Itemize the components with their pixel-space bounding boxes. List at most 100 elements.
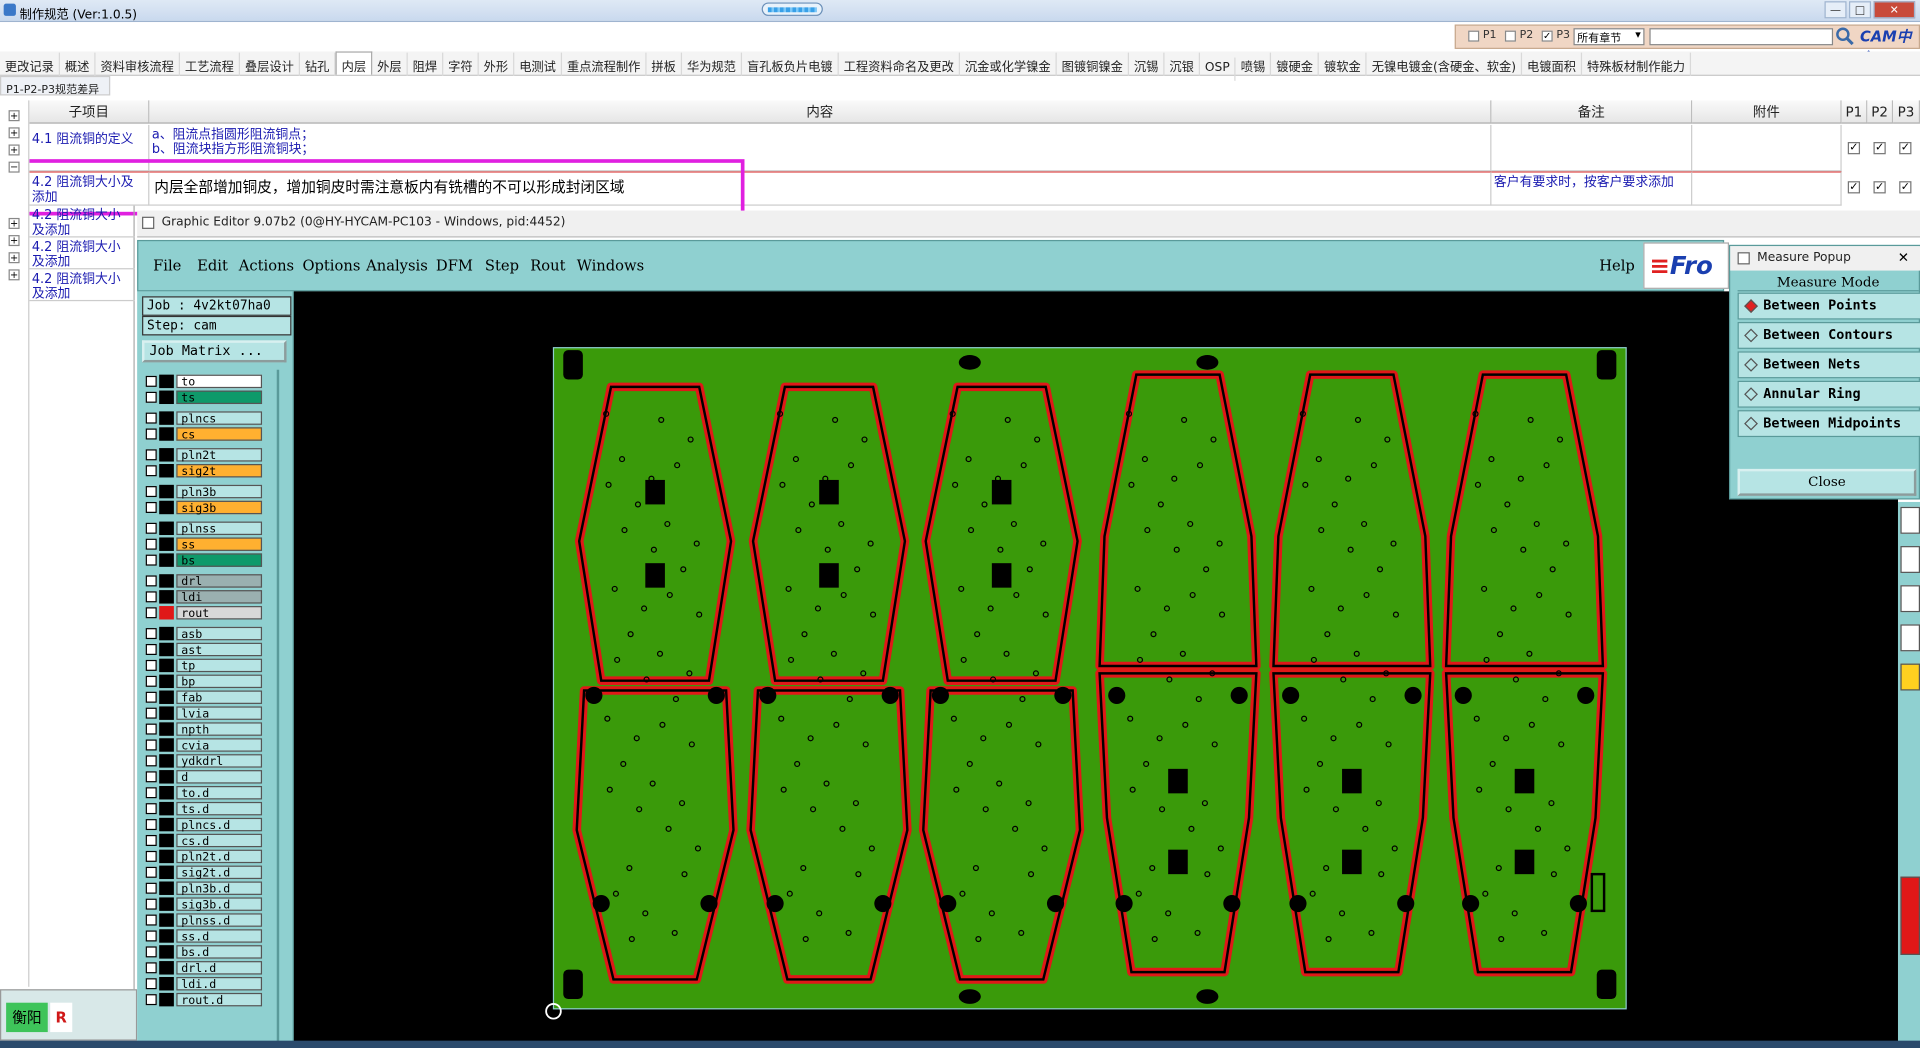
layer-row[interactable]: ldi	[142, 590, 269, 605]
layer-checkbox[interactable]	[145, 628, 157, 640]
tab-14[interactable]: 华为规范	[682, 52, 743, 76]
col-header-p1[interactable]: P1	[1841, 100, 1868, 124]
layer-row[interactable]: ts	[142, 390, 269, 405]
tab-12[interactable]: 重点流程制作	[562, 52, 647, 76]
tool-measure-icon[interactable]	[1900, 546, 1920, 573]
layer-checkbox[interactable]	[145, 978, 157, 990]
tab-18[interactable]: 图镀铜镍金	[1057, 52, 1129, 76]
tab-11[interactable]: 电测试	[514, 52, 563, 76]
menu-options[interactable]: Options	[302, 257, 360, 274]
layer-checkbox[interactable]	[145, 850, 157, 862]
row2-p3-check[interactable]: ✓	[1899, 181, 1912, 194]
layer-checkbox[interactable]	[145, 819, 157, 831]
tab-6[interactable]: 内层	[335, 51, 373, 75]
layer-checkbox[interactable]	[145, 486, 157, 498]
p2-checkbox[interactable]	[1504, 30, 1516, 42]
mode-between-midpoints[interactable]: Between Midpoints	[1737, 410, 1920, 438]
col-header-note[interactable]: 备注	[1491, 100, 1693, 124]
pcb-canvas[interactable]	[293, 291, 1898, 1048]
layer-checkbox[interactable]	[145, 882, 157, 894]
tab-16[interactable]: 工程资料命名及更改	[839, 52, 961, 76]
row1-attach[interactable]	[1692, 124, 1842, 172]
tool-pointer-icon[interactable]	[1900, 663, 1920, 691]
mode-between-contours[interactable]: Between Contours	[1737, 321, 1920, 349]
expand-icon[interactable]: +	[8, 269, 20, 281]
row1-p1-check[interactable]: ✓	[1847, 142, 1861, 155]
expand-icon[interactable]: +	[8, 110, 20, 122]
layer-checkbox[interactable]	[145, 755, 157, 767]
tool-alert-icon[interactable]	[1900, 876, 1920, 955]
layer-checkbox[interactable]	[145, 538, 157, 550]
layer-row[interactable]: plncs	[142, 411, 269, 426]
layer-checkbox[interactable]	[145, 930, 157, 942]
tab-1[interactable]: 概述	[60, 52, 96, 76]
layer-row[interactable]: plnss.d	[142, 913, 269, 928]
layer-checkbox[interactable]	[145, 803, 157, 815]
layer-row[interactable]: cs	[142, 427, 269, 442]
expand-icon[interactable]: +	[8, 235, 20, 247]
menu-analysis[interactable]: Analysis	[366, 257, 428, 274]
mode-between-nets[interactable]: Between Nets	[1737, 351, 1920, 379]
layer-scrollbar[interactable]	[276, 369, 289, 1048]
tab-9[interactable]: 字符	[443, 52, 479, 76]
tab-23[interactable]: 镀硬金	[1271, 52, 1320, 76]
menu-file[interactable]: File	[153, 257, 181, 274]
layer-row[interactable]: npth	[142, 722, 269, 737]
menu-step[interactable]: Step	[485, 257, 519, 274]
layer-row[interactable]: sig2t	[142, 464, 269, 479]
tab-26[interactable]: 电镀面积	[1522, 52, 1583, 76]
layer-checkbox[interactable]	[145, 375, 157, 387]
layer-row[interactable]: to	[142, 374, 269, 389]
layer-checkbox[interactable]	[145, 659, 157, 671]
layer-row[interactable]: ydkdrl	[142, 754, 269, 769]
maximize-button[interactable]: □	[1848, 1, 1872, 19]
layer-checkbox[interactable]	[145, 412, 157, 424]
layer-checkbox[interactable]	[145, 554, 157, 566]
layer-row[interactable]: fab	[142, 690, 269, 705]
close-window-button[interactable]: ✕	[1873, 1, 1916, 19]
layer-row[interactable]: rout.d	[142, 992, 269, 1008]
menu-rout[interactable]: Rout	[530, 257, 565, 274]
layer-row[interactable]: ss	[142, 537, 269, 552]
list-item[interactable]: 4.2 阻流铜大小及添加	[29, 238, 135, 270]
expand-icon[interactable]: +	[8, 127, 20, 139]
layer-row[interactable]: bs	[142, 553, 269, 568]
tab-25[interactable]: 无镍电镀金(含硬金、软金)	[1367, 52, 1523, 76]
layer-checkbox[interactable]	[145, 675, 157, 687]
tab-24[interactable]: 镀软金	[1319, 52, 1367, 76]
layer-checkbox[interactable]	[145, 739, 157, 751]
tab-27[interactable]: 特殊板材制作能力	[1582, 52, 1692, 76]
layer-checkbox[interactable]	[145, 994, 157, 1006]
row2-note[interactable]: 客户有要求时，按客户要求添加	[1491, 171, 1693, 206]
tab-10[interactable]: 外形	[479, 52, 515, 76]
row2-p2-check[interactable]: ✓	[1873, 181, 1886, 194]
expand-icon[interactable]: +	[8, 144, 20, 156]
layer-checkbox[interactable]	[145, 575, 157, 587]
tab-13[interactable]: 拼板	[647, 52, 683, 76]
layer-checkbox[interactable]	[145, 691, 157, 703]
tab-22[interactable]: 喷锡	[1236, 52, 1272, 76]
layer-checkbox[interactable]	[145, 723, 157, 735]
layer-row[interactable]: sig3b.d	[142, 897, 269, 912]
list-item[interactable]: 4.2 阻流铜大小及添加	[29, 269, 135, 302]
row2-attach[interactable]	[1692, 171, 1842, 206]
menu-windows[interactable]: Windows	[577, 257, 644, 274]
layer-checkbox[interactable]	[145, 643, 157, 656]
search-icon[interactable]	[1836, 27, 1856, 47]
collapse-icon[interactable]: −	[8, 161, 20, 173]
measure-close-button[interactable]: Close	[1737, 468, 1917, 496]
layer-checkbox[interactable]	[145, 946, 157, 958]
menu-help[interactable]: Help	[1599, 257, 1635, 274]
layer-checkbox[interactable]	[145, 465, 157, 477]
expand-icon[interactable]: +	[8, 252, 20, 264]
layer-row[interactable]: drl	[142, 574, 269, 589]
layer-row[interactable]: ss.d	[142, 929, 269, 944]
layer-row[interactable]: to.d	[142, 786, 269, 801]
job-matrix-button[interactable]: Job Matrix ...	[142, 340, 287, 363]
col-header-content[interactable]: 内容	[149, 100, 1492, 124]
layer-row[interactable]: pln2t.d	[142, 849, 269, 864]
col-header-sub[interactable]: 子项目	[29, 100, 150, 124]
mode-annular-ring[interactable]: Annular Ring	[1737, 380, 1920, 408]
layer-checkbox[interactable]	[145, 898, 157, 910]
menu-actions[interactable]: Actions	[239, 257, 294, 274]
